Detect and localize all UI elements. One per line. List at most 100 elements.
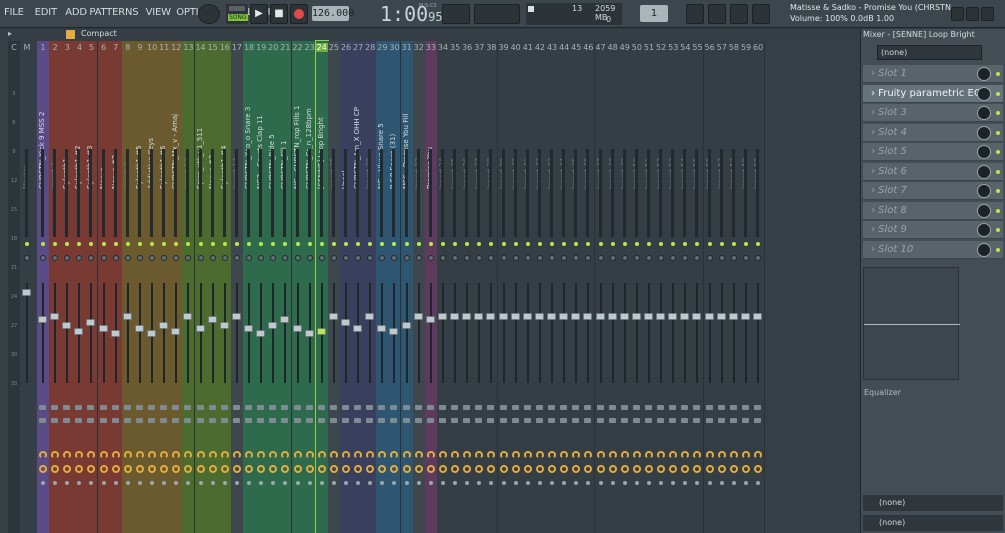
mixer-strip-12[interactable]: 12CHRSTN_Mx_v - Amaj: [170, 41, 183, 533]
route-knob[interactable]: [463, 465, 472, 473]
menu-view[interactable]: VIEW: [146, 7, 171, 18]
mixer-strip-20[interactable]: 20CHRSTN_Ride 5: [267, 41, 280, 533]
phase-button[interactable]: [584, 418, 592, 423]
enable-led[interactable]: [53, 242, 58, 246]
route-knob[interactable]: [390, 465, 399, 473]
mixer-strip-56[interactable]: 56Insert 56: [703, 41, 716, 533]
phase-button[interactable]: [657, 418, 665, 423]
phase-button[interactable]: [172, 418, 180, 423]
route-knob[interactable]: [123, 465, 132, 473]
stereo-separation-knob[interactable]: [705, 405, 713, 410]
phase-button[interactable]: [184, 418, 192, 423]
mixer-strip-1[interactable]: 1CHRSTN_Kick 9 MSS 2: [37, 41, 49, 533]
route-knob[interactable]: [281, 465, 290, 473]
slot-enable-led[interactable]: [996, 169, 1000, 174]
volume-fader[interactable]: [607, 313, 617, 320]
phase-button[interactable]: [560, 418, 568, 423]
volume-fader[interactable]: [595, 313, 605, 320]
mixer-strip-13[interactable]: 13Insert 13: [182, 41, 195, 533]
enable-led[interactable]: [513, 242, 518, 246]
output-select[interactable]: (none): [863, 495, 1003, 511]
route-knob[interactable]: [148, 465, 157, 473]
slot-enable-led[interactable]: [996, 189, 1000, 193]
mixer-strip-15[interactable]: 15Nexus #3: [206, 41, 219, 533]
route-knob[interactable]: [75, 465, 84, 473]
slot-mix-knob[interactable]: [977, 106, 991, 120]
stereo-separation-knob[interactable]: [208, 405, 216, 410]
pattern-selector[interactable]: 1: [640, 5, 668, 22]
route-dot[interactable]: [695, 481, 700, 485]
route-dot[interactable]: [259, 481, 264, 485]
phase-button[interactable]: [754, 418, 762, 423]
pan-knob[interactable]: [730, 255, 737, 261]
menu-edit[interactable]: EDIT: [35, 7, 57, 18]
stereo-separation-knob[interactable]: [160, 405, 168, 410]
mixer-strip-27[interactable]: 27 CHRSTN_Am_X OHH CP: [352, 41, 365, 533]
volume-fader[interactable]: [377, 325, 387, 332]
route-dot[interactable]: [77, 481, 82, 485]
mixer-strip-34[interactable]: 34Insert 34: [436, 41, 449, 533]
stereo-separation-knob[interactable]: [475, 405, 483, 410]
route-knob[interactable]: [220, 465, 229, 473]
route-knob[interactable]: [584, 465, 593, 473]
route-knob[interactable]: [451, 465, 460, 473]
slot-mix-knob[interactable]: [977, 67, 991, 81]
stereo-separation-knob[interactable]: [693, 405, 701, 410]
mixer-strip-31[interactable]: 31MSS - Promise You Fill: [400, 41, 413, 533]
route-knob[interactable]: [329, 465, 338, 473]
route-dot[interactable]: [53, 481, 58, 485]
enable-led[interactable]: [501, 242, 506, 246]
route-knob[interactable]: [572, 465, 581, 473]
route-knob[interactable]: [402, 465, 411, 473]
mixer-strip-39[interactable]: 39Insert 39: [497, 41, 510, 533]
send-select[interactable]: (none): [863, 515, 1003, 531]
route-dot[interactable]: [453, 481, 458, 485]
pan-knob[interactable]: [755, 255, 762, 261]
enable-led[interactable]: [416, 242, 421, 246]
volume-fader[interactable]: [98, 325, 108, 332]
volume-fader[interactable]: [353, 325, 363, 332]
mixer-strip-45[interactable]: 45Insert 45: [570, 41, 583, 533]
phase-button[interactable]: [499, 418, 507, 423]
phase-button[interactable]: [87, 418, 95, 423]
mixer-strip-37[interactable]: 37Insert 37: [473, 41, 486, 533]
volume-fader[interactable]: [753, 313, 763, 320]
volume-fader[interactable]: [292, 325, 302, 332]
mixer-strip-21[interactable]: 21CHRSTN_Fill 1: [279, 41, 292, 533]
pan-knob[interactable]: [427, 255, 434, 261]
pan-knob[interactable]: [476, 255, 483, 261]
route-dot[interactable]: [41, 481, 45, 485]
pan-knob[interactable]: [270, 255, 277, 261]
route-knob[interactable]: [511, 465, 520, 473]
phase-button[interactable]: [632, 418, 640, 423]
phase-button[interactable]: [438, 418, 446, 423]
route-dot[interactable]: [113, 481, 118, 485]
route-dot[interactable]: [234, 481, 239, 485]
route-dot[interactable]: [307, 481, 312, 485]
mixer-strip-8[interactable]: 8Insert 8: [121, 41, 134, 533]
phase-button[interactable]: [693, 418, 701, 423]
route-knob[interactable]: [184, 465, 193, 473]
enable-led[interactable]: [65, 242, 70, 246]
enable-led[interactable]: [77, 242, 82, 246]
stereo-separation-knob[interactable]: [184, 405, 192, 410]
phase-button[interactable]: [596, 418, 604, 423]
pan-knob[interactable]: [100, 255, 107, 261]
mixer-strip-59[interactable]: 59Insert 59: [739, 41, 752, 533]
song-mode-toggle[interactable]: SONG: [226, 4, 248, 24]
volume-fader[interactable]: [704, 313, 714, 320]
pan-knob[interactable]: [221, 255, 228, 261]
volume-fader[interactable]: [159, 322, 169, 329]
stereo-separation-knob[interactable]: [608, 405, 616, 410]
route-knob[interactable]: [99, 465, 108, 473]
volume-fader[interactable]: [547, 313, 557, 320]
enable-led[interactable]: [659, 242, 664, 246]
route-dot[interactable]: [756, 481, 761, 485]
pan-knob[interactable]: [633, 255, 640, 261]
enable-led[interactable]: [319, 242, 324, 246]
stereo-separation-knob[interactable]: [111, 405, 119, 410]
stereo-separation-knob[interactable]: [535, 405, 543, 410]
slot-mix-knob[interactable]: [977, 203, 991, 218]
stereo-separation-knob[interactable]: [87, 405, 95, 410]
stop-button[interactable]: ■: [270, 4, 288, 24]
